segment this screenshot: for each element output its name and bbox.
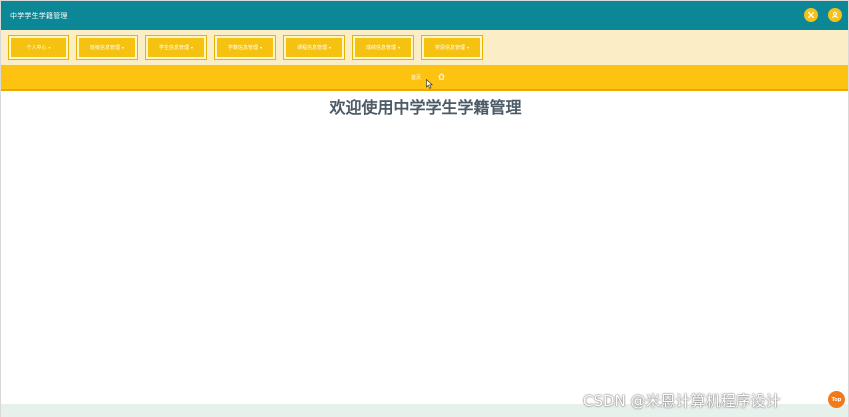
user-button[interactable]: [828, 8, 842, 22]
breadcrumb-bar: 首页: [1, 65, 848, 91]
nav-item-class-management[interactable]: 班级信息管理 ▾: [77, 36, 137, 59]
nav-item-personal-center[interactable]: 个人中心 ▾: [9, 36, 68, 59]
top-header-bar: 中学学生学籍管理: [1, 1, 848, 30]
back-to-top-label: Top: [831, 396, 842, 403]
mouse-cursor-icon: [426, 79, 433, 89]
nav-item-grade-management[interactable]: 成绩信息管理 ▾: [353, 36, 413, 59]
app-title: 中学学生学籍管理: [10, 11, 68, 20]
main-nav-bar: 个人中心 ▾ 班级信息管理 ▾ 学生信息管理 ▾ 学籍信息管理 ▾ 课程信息管理 ▾ 成绩…: [1, 30, 848, 65]
nav-item-label: 奖惩信息管理: [434, 45, 465, 51]
home-icon[interactable]: [438, 73, 445, 80]
caret-down-icon: ▾: [398, 45, 401, 50]
nav-item-label: 课程信息管理: [296, 45, 327, 51]
nav-item-label: 成绩信息管理: [365, 45, 396, 51]
caret-down-icon: ▾: [329, 45, 332, 50]
caret-down-icon: ▾: [467, 45, 470, 50]
welcome-heading: 欢迎使用中学学生学籍管理: [329, 98, 522, 117]
caret-down-icon: ▾: [48, 45, 51, 50]
breadcrumb-home-link[interactable]: 首页: [411, 74, 421, 81]
nav-item-student-management[interactable]: 学生信息管理 ▾: [146, 36, 206, 59]
app-window: 中学学生学籍管理 个人中心 ▾ 班级信息管理 ▾ 学生信息管理 ▾ 学籍信息管理 ▾ 课…: [0, 0, 849, 417]
nav-item-label: 个人中心: [26, 45, 47, 51]
close-button[interactable]: [804, 8, 818, 22]
nav-item-enrollment-management[interactable]: 学籍信息管理 ▾: [215, 36, 275, 59]
nav-item-course-management[interactable]: 课程信息管理 ▾: [284, 36, 344, 59]
caret-down-icon: ▾: [260, 45, 263, 50]
caret-down-icon: ▾: [122, 45, 125, 50]
back-to-top-button[interactable]: Top: [828, 391, 845, 408]
nav-item-label: 学生信息管理: [158, 45, 189, 51]
nav-item-label: 班级信息管理: [89, 45, 120, 51]
watermark-text: CSDN @米恩计算机程序设计: [583, 392, 781, 410]
nav-item-reward-management[interactable]: 奖惩信息管理 ▾: [422, 36, 482, 59]
user-icon: [831, 11, 839, 19]
caret-down-icon: ▾: [191, 45, 194, 50]
nav-item-label: 学籍信息管理: [227, 45, 258, 51]
close-icon: [807, 11, 815, 19]
